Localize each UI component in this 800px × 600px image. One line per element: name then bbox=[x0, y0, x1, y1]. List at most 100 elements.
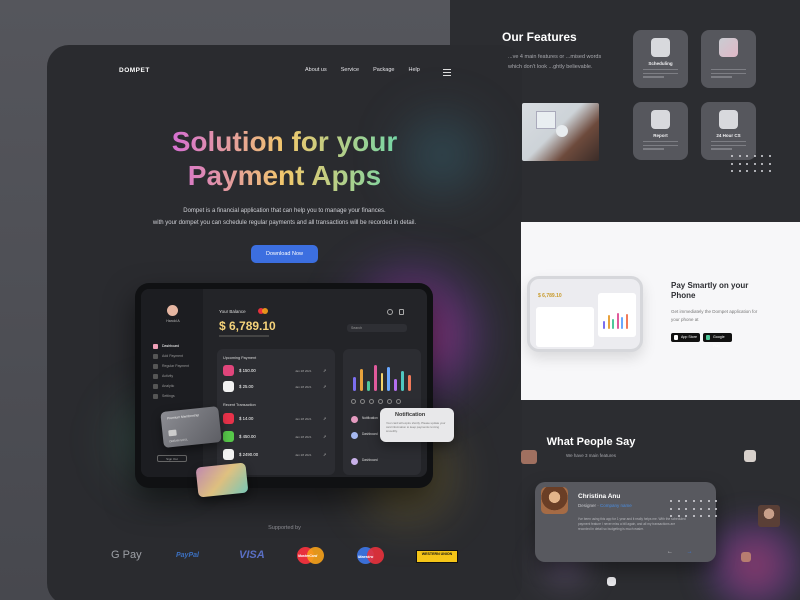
partner-logos: G Pay PayPal VISA MasterCard Maestro WES… bbox=[111, 545, 471, 567]
bar-chart bbox=[353, 361, 412, 391]
arrow-icon: ⇗ bbox=[323, 368, 327, 373]
feature-label: 24 Hour CS bbox=[716, 133, 741, 138]
list-item[interactable]: $ 150.00 Jan 28 2021 ⇗ bbox=[223, 365, 329, 377]
sidebar-item-settings[interactable]: Settings bbox=[153, 391, 189, 401]
sidebar-item-add-payment[interactable]: Add Payment bbox=[153, 351, 189, 361]
report-icon bbox=[651, 110, 670, 129]
testimonials-subtitle: We have 3 main features bbox=[566, 453, 616, 458]
gpay-logo: G Pay bbox=[111, 549, 142, 561]
nav-package[interactable]: Package bbox=[373, 67, 394, 73]
settings-icon[interactable] bbox=[399, 309, 404, 315]
merchant-icon bbox=[223, 381, 234, 392]
google-play-button[interactable]: Google Play bbox=[703, 333, 732, 348]
phone-balance: $ 6,789.10 bbox=[538, 293, 562, 299]
sidebar-item-dashboard[interactable]: Dashboard bbox=[153, 341, 189, 351]
notification-icon[interactable] bbox=[387, 309, 393, 315]
top-nav: About us Service Package Help bbox=[305, 67, 420, 73]
arrow-right-icon[interactable]: → bbox=[687, 549, 699, 555]
payment-amount: $ 2490.00 bbox=[239, 452, 259, 457]
payment-date: Jan 28 2021 bbox=[295, 453, 312, 457]
apple-icon bbox=[674, 335, 678, 340]
membership-card: Premium Membership DREAM SOUL bbox=[160, 406, 222, 448]
feature-card-payment[interactable] bbox=[701, 30, 756, 88]
balance-label: Your Balance bbox=[219, 309, 246, 314]
sign-out-button[interactable]: Sign Out bbox=[157, 455, 187, 462]
features-title: Our Features bbox=[502, 30, 577, 44]
chip-icon bbox=[168, 429, 177, 437]
western-union-logo: WESTERN UNION bbox=[416, 550, 458, 563]
paypal-logo: PayPal bbox=[176, 552, 199, 559]
list-item[interactable]: Dashboard bbox=[351, 457, 411, 467]
payment-date: Jan 28 2021 bbox=[295, 417, 312, 421]
sidebar-menu: Dashboard Add Payment Regular Payment Ac… bbox=[153, 341, 189, 401]
arrow-left-icon[interactable]: ← bbox=[667, 549, 679, 555]
card-icon bbox=[719, 38, 738, 57]
payment-date: Jan 28 2021 bbox=[295, 369, 312, 373]
feature-label: Report bbox=[653, 133, 668, 138]
merchant-icon bbox=[223, 431, 234, 442]
download-now-button[interactable]: Download Now bbox=[251, 245, 318, 263]
phone-bar-chart bbox=[603, 309, 628, 329]
laptop-photo bbox=[522, 103, 599, 161]
feature-card-support[interactable]: 24 Hour CS bbox=[701, 102, 756, 160]
sidebar-item-regular-payment[interactable]: Regular Payment bbox=[153, 361, 189, 371]
recent-title: Recent Transaction bbox=[223, 403, 256, 407]
list-item[interactable]: $ 25.00 Jan 28 2021 ⇗ bbox=[223, 381, 329, 393]
sidebar-item-activity[interactable]: Activity bbox=[153, 371, 189, 381]
payment-amount: $ 150.00 bbox=[239, 368, 256, 373]
phone-list bbox=[536, 307, 594, 347]
upcoming-title: Upcoming Payment bbox=[223, 356, 257, 360]
hero-title: Solution for your Payment Apps bbox=[47, 125, 522, 193]
list-item[interactable]: $ 2490.00 Jan 28 2021 ⇗ bbox=[223, 449, 329, 461]
testimonial-text: I've been using this app for 1 year and … bbox=[578, 517, 686, 531]
headset-icon bbox=[719, 110, 738, 129]
payments-panel: Upcoming Payment $ 150.00 Jan 28 2021 ⇗ … bbox=[217, 349, 335, 475]
decorative-dots bbox=[731, 155, 771, 172]
arrow-icon: ⇗ bbox=[323, 434, 327, 439]
payment-amount: $ 25.00 bbox=[239, 384, 254, 389]
list-item[interactable]: $ 14.00 Jan 28 2021 ⇗ bbox=[223, 413, 329, 425]
avatar bbox=[541, 487, 568, 514]
chart-filter-dots[interactable] bbox=[351, 399, 401, 404]
pay-title: Pay Smartly on your Phone bbox=[671, 281, 749, 300]
supported-label: Supported by bbox=[268, 525, 301, 531]
payment-date: Jan 28 2021 bbox=[295, 435, 312, 439]
play-icon bbox=[706, 335, 710, 340]
nav-help[interactable]: Help bbox=[408, 67, 419, 73]
avatar bbox=[167, 305, 178, 316]
avatar bbox=[741, 552, 751, 562]
list-item[interactable]: $ 450.00 Jan 28 2021 ⇗ bbox=[223, 431, 329, 443]
sidebar-item-analytic[interactable]: Analytic bbox=[153, 381, 189, 391]
dashboard-screen: Harold A Dashboard Add Payment Regular P… bbox=[141, 289, 427, 477]
tablet-mockup: Harold A Dashboard Add Payment Regular P… bbox=[135, 283, 433, 488]
payment-amount: $ 14.00 bbox=[239, 416, 254, 421]
arrow-icon: ⇗ bbox=[323, 416, 327, 421]
feature-card-report[interactable]: Report bbox=[633, 102, 688, 160]
gradient-card bbox=[195, 462, 249, 498]
brand-logo[interactable]: DOMPET bbox=[119, 67, 150, 74]
decorative-dots bbox=[670, 500, 717, 517]
app-store-button[interactable]: App Store bbox=[671, 333, 700, 342]
avatar bbox=[758, 505, 780, 527]
testimonial-card: Christina Anu Designer · Company name I'… bbox=[535, 482, 716, 562]
balance-divider bbox=[219, 335, 269, 337]
testimonial-name: Christina Anu bbox=[578, 493, 621, 500]
mastercard-icon bbox=[258, 308, 268, 314]
search-input[interactable]: Search bbox=[347, 324, 407, 332]
visa-logo: VISA bbox=[239, 549, 265, 561]
nav-about[interactable]: About us bbox=[305, 67, 327, 73]
testimonials-title: What People Say bbox=[546, 436, 636, 448]
hamburger-icon[interactable] bbox=[443, 69, 451, 78]
avatar bbox=[607, 577, 616, 586]
merchant-icon bbox=[223, 449, 234, 460]
phone-mockup: $ 6,789.10 bbox=[527, 276, 643, 352]
mastercard-logo: MasterCard bbox=[297, 547, 325, 565]
notification-popup[interactable]: Notification Your card will expire short… bbox=[380, 408, 454, 442]
testimonial-role: Designer · Company name bbox=[578, 503, 632, 508]
pay-description: Get immediately the Dompet application f… bbox=[671, 309, 758, 322]
user-name: Harold A bbox=[166, 319, 180, 323]
payment-date: Jan 28 2021 bbox=[295, 385, 312, 389]
payment-amount: $ 450.00 bbox=[239, 434, 256, 439]
nav-service[interactable]: Service bbox=[341, 67, 359, 73]
feature-card-scheduling[interactable]: Scheduling bbox=[633, 30, 688, 88]
